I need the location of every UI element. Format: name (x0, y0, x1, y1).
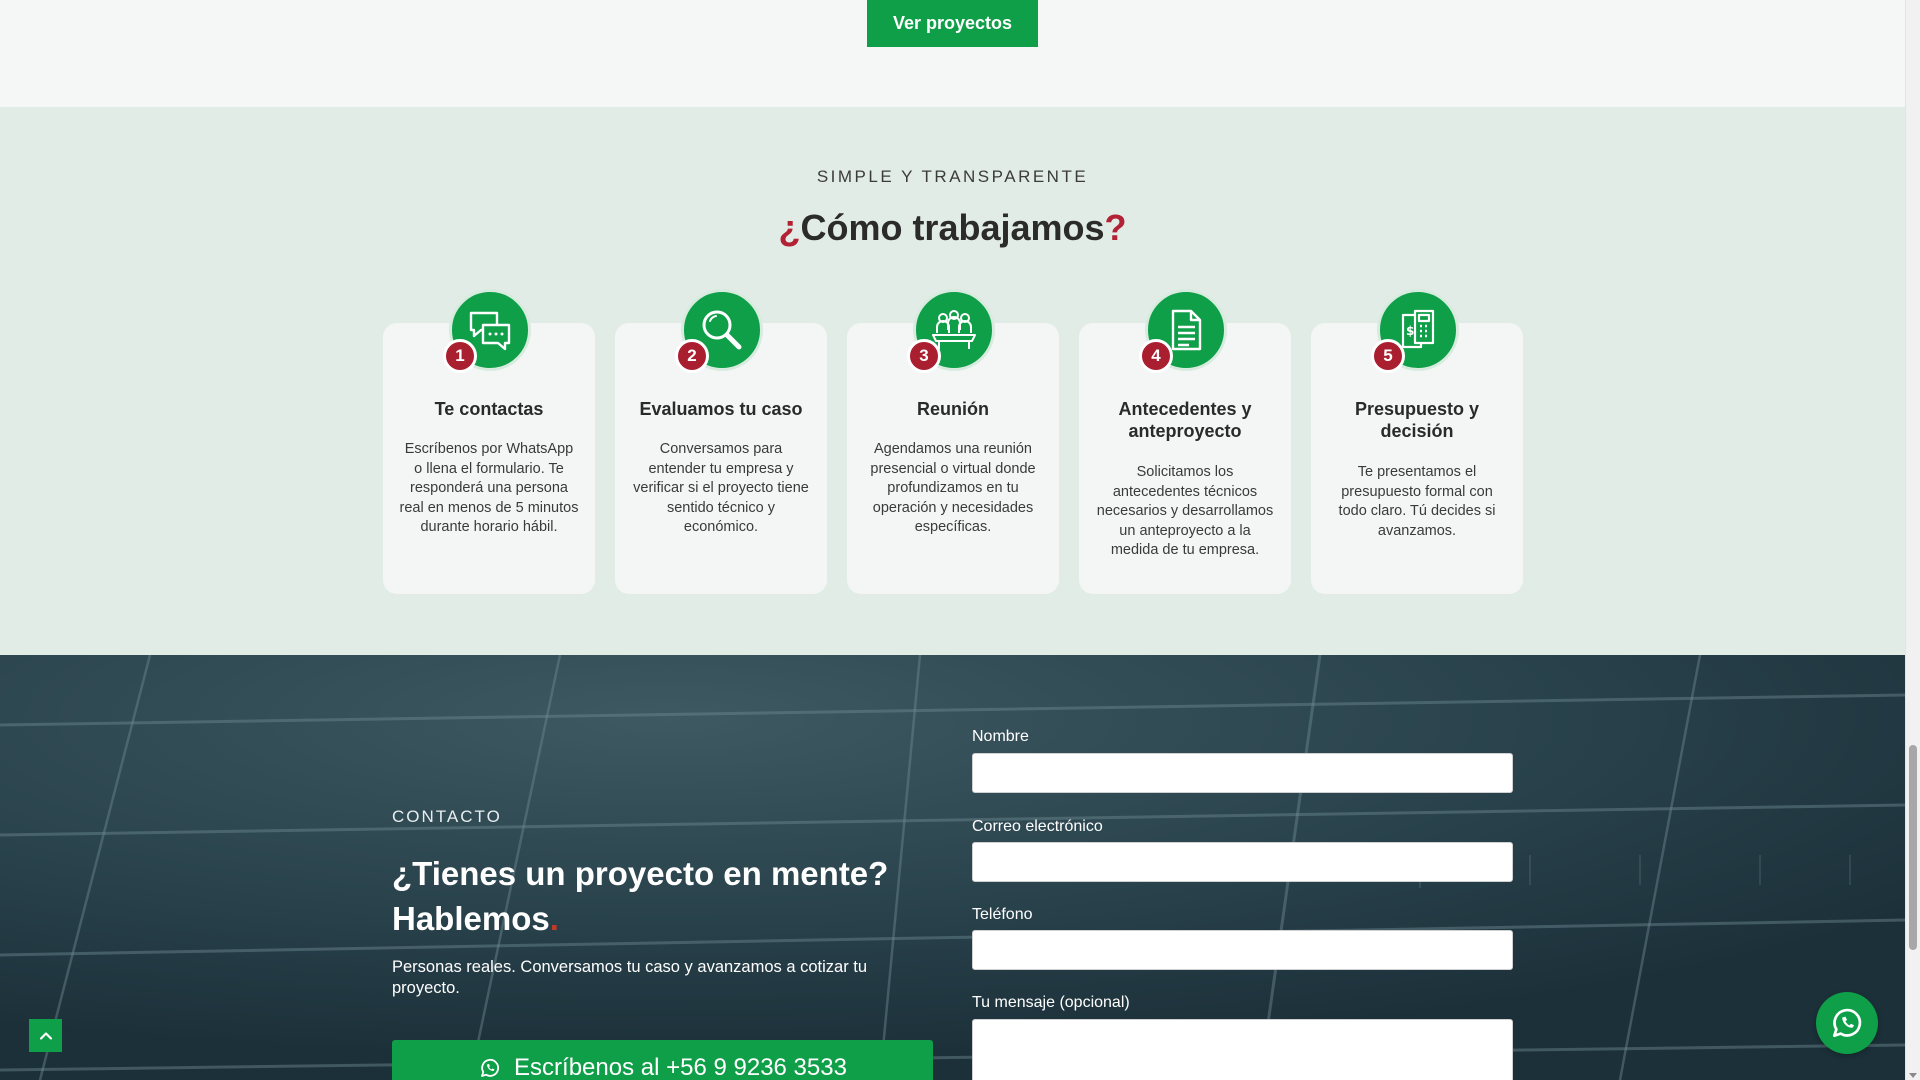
whatsapp-contact-button[interactable]: Escríbenos al +56 9 9236 3533 (392, 1040, 933, 1080)
process-section: SIMPLE Y TRANSPARENTE ¿Cómo trabajamos? … (0, 107, 1905, 655)
name-field[interactable] (972, 753, 1513, 793)
solar-panel-background (0, 655, 1905, 1080)
process-title: ¿Cómo trabajamos? (0, 207, 1905, 249)
step-number-badge: 3 (907, 339, 941, 373)
step-card-3: 3 Reunión Agendamos una reunión presenci… (847, 289, 1059, 594)
message-field[interactable] (972, 1019, 1513, 1080)
step-description: Solicitamos los antecedentes técnicos ne… (1096, 464, 1274, 558)
projects-section-bottom: Ver proyectos (0, 0, 1905, 107)
svg-text:$: $ (1406, 324, 1414, 338)
step-title: Evaluamos tu caso (639, 399, 803, 419)
process-eyebrow: SIMPLE Y TRANSPARENTE (816, 167, 1089, 186)
whatsapp-float-button[interactable] (1816, 992, 1878, 1054)
whatsapp-icon (1832, 1008, 1862, 1038)
contact-eyebrow: CONTACTO (392, 807, 502, 826)
step-title: Antecedentes y anteproyecto (1118, 399, 1252, 441)
scroll-down-arrow-icon[interactable] (1909, 1073, 1917, 1078)
step-number-badge: 1 (443, 339, 477, 373)
ver-proyectos-button[interactable]: Ver proyectos (867, 0, 1038, 47)
step-card-4: 4 Antecedentes y anteproyecto Solicitamo… (1079, 289, 1291, 594)
step-title: Presupuesto y decisión (1354, 399, 1480, 441)
back-to-top-button[interactable] (29, 1019, 62, 1052)
step-number-badge: 5 (1371, 339, 1405, 373)
whatsapp-button-label: Escríbenos al +56 9 9236 3533 (514, 1053, 847, 1080)
name-label: Nombre (972, 728, 1029, 745)
step-description: Escríbenos por WhatsApp o llena el formu… (399, 441, 579, 535)
email-label: Correo electrónico (972, 818, 1103, 835)
step-number-badge: 2 (675, 339, 709, 373)
page-scrollbar[interactable] (1905, 0, 1920, 1080)
step-title: Reunión (917, 399, 989, 419)
step-number-badge: 4 (1139, 339, 1173, 373)
process-steps: 1 Te contactas Escríbenos por WhatsApp o… (383, 289, 1523, 623)
chevron-up-icon (39, 1031, 52, 1040)
title-open-question-mark: ¿ (778, 207, 801, 248)
contact-title-text: ¿Tienes un proyecto en mente? Hablemos (392, 855, 889, 937)
contact-title-dot: . (549, 900, 559, 937)
step-title: Te contactas (434, 399, 544, 419)
whatsapp-icon (481, 1058, 500, 1077)
step-description: Te presentamos el presupuesto formal con… (1338, 464, 1496, 539)
message-label: Tu mensaje (opcional) (972, 994, 1130, 1011)
contact-section: CONTACTO ¿Tienes un proyecto en mente? H… (0, 655, 1905, 1080)
step-description: Agendamos una reunión presencial o virtu… (870, 441, 1036, 535)
step-card-5: $ 5 Presupuesto y decisión Te presentamo… (1311, 289, 1523, 594)
phone-label: Teléfono (972, 906, 1033, 923)
scrollbar-thumb[interactable] (1909, 745, 1917, 950)
step-card-1: 1 Te contactas Escríbenos por WhatsApp o… (383, 289, 595, 594)
title-close-question-mark: ? (1104, 207, 1127, 248)
title-text: Cómo trabajamos (800, 207, 1105, 248)
step-card-2: 2 Evaluamos tu caso Conversamos para ent… (615, 289, 827, 594)
step-description: Conversamos para entender tu empresa y v… (633, 441, 809, 535)
contact-description: Personas reales. Conversamos tu caso y a… (392, 958, 868, 997)
phone-field[interactable] (972, 930, 1513, 970)
email-field[interactable] (972, 842, 1513, 882)
contact-title: ¿Tienes un proyecto en mente? Hablemos. (392, 851, 912, 941)
